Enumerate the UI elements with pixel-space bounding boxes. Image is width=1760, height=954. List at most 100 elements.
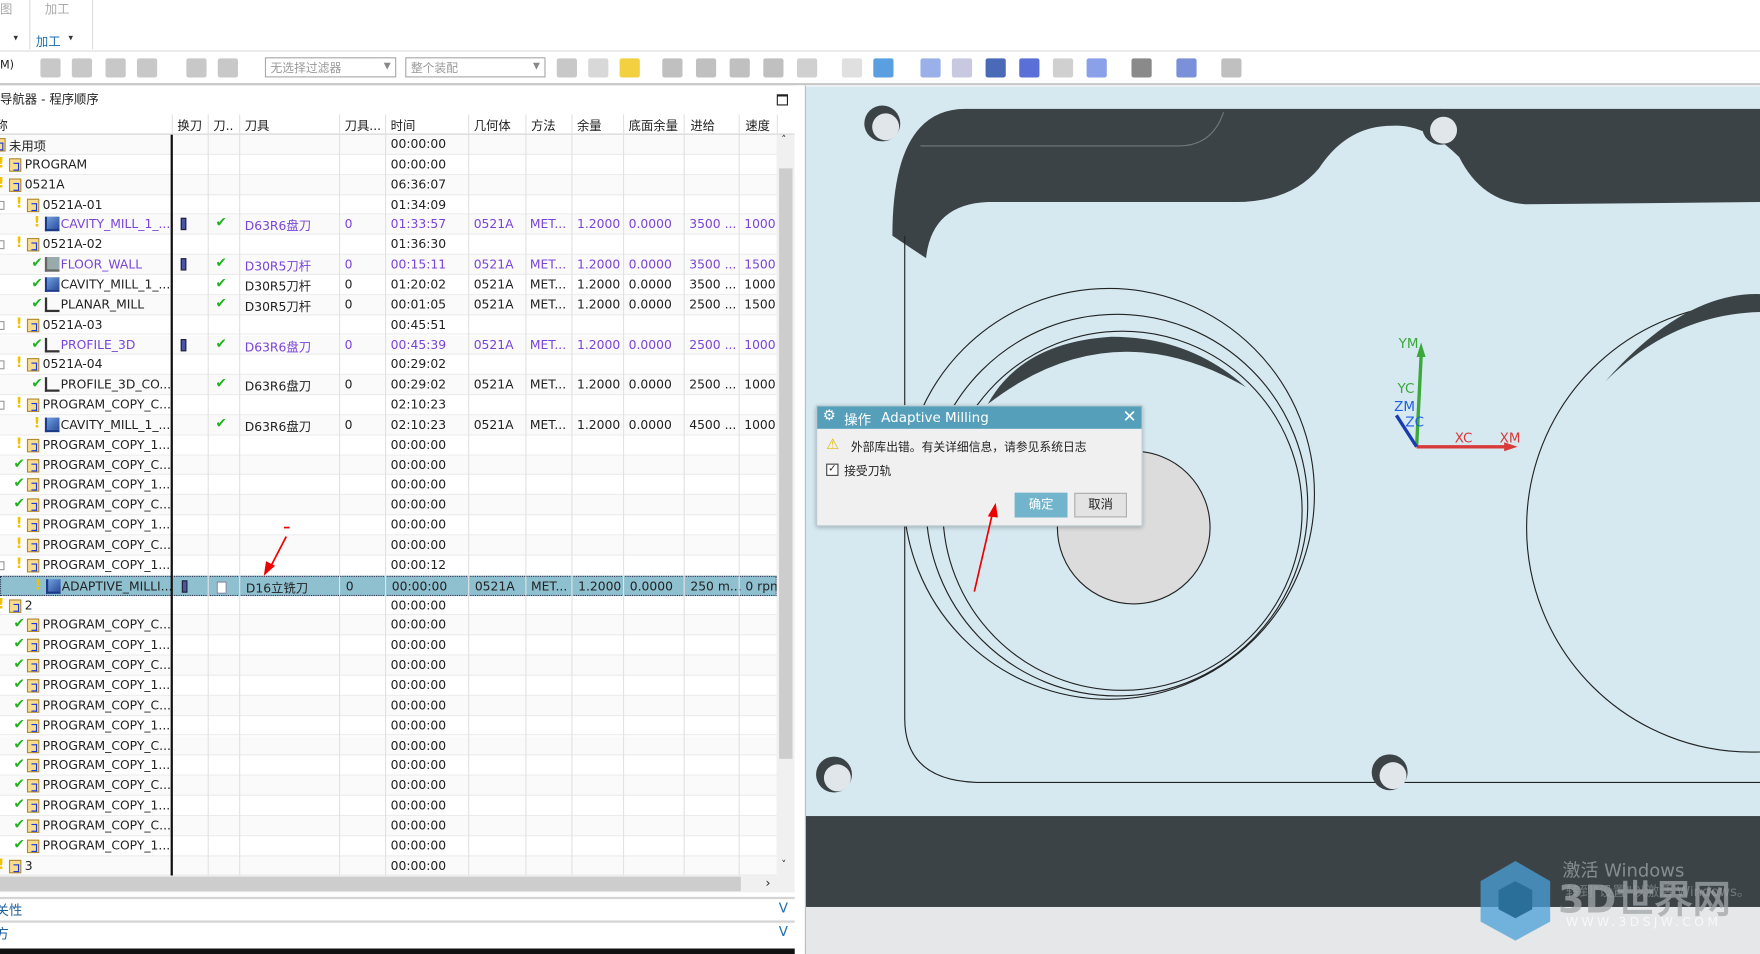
program-group-row[interactable]: 未用项 00:00:00 [0, 134, 777, 155]
select-filter-icon[interactable] [619, 58, 640, 78]
operation-row[interactable]: ! CAVITY_MILL_1_... ✔ D63R6盘刀 0 02:10:23 0521A… [0, 415, 777, 436]
column-header-cell[interactable]: 刀.. [213, 117, 233, 135]
machine-view-icon[interactable] [71, 58, 93, 78]
program-group-row[interactable]: ! 2 00:00:00 [0, 596, 777, 616]
snap-view-icon[interactable] [1221, 58, 1242, 78]
tool-view-icon[interactable] [217, 58, 238, 78]
filter-icon[interactable] [588, 58, 609, 78]
tool-group-icon[interactable] [186, 58, 207, 78]
program-group-row[interactable]: ✔ PROGRAM_COPY_1... 00:00:00 [0, 796, 777, 816]
vertical-scroll-thumb[interactable] [779, 168, 793, 759]
operation-row[interactable]: ! CAVITY_MILL_1_... ✔ D63R6盘刀 0 01:33:57 0521A… [0, 214, 777, 235]
collapse-toggle-icon[interactable] [0, 360, 5, 370]
box-select-icon[interactable] [796, 58, 818, 78]
program-group-row[interactable]: ✔ PROGRAM_COPY_C... 00:00:00 [0, 815, 777, 836]
accept-toolpath-checkbox[interactable]: ✓ [826, 463, 839, 476]
operation-row[interactable]: ✔ PROFILE_3D ✔ D63R6盘刀 0 00:45:39 0521A MET... 1… [0, 335, 777, 356]
snap-icon[interactable] [556, 58, 577, 78]
rotate-icon[interactable] [985, 58, 1006, 78]
horizontal-scroll-thumb[interactable] [0, 876, 741, 892]
program-group-row[interactable]: ! 3 00:00:00 [0, 856, 777, 876]
program-group-row[interactable]: ✔ PROGRAM_COPY_1... 00:00:00 [0, 716, 777, 736]
program-group-row[interactable]: ! 0521A-01 01:34:09 [0, 195, 777, 215]
undo-select-icon[interactable] [662, 58, 683, 78]
column-header-cell[interactable]: 时间 [391, 117, 416, 135]
program-group-row[interactable]: ! PROGRAM 00:00:00 [0, 155, 777, 175]
maximize-icon[interactable] [776, 94, 788, 106]
program-group-row[interactable]: ✔ PROGRAM_COPY_C... 00:00:00 [0, 615, 777, 636]
program-group-row[interactable]: ! PROGRAM_COPY_1... 00:00:00 [0, 515, 777, 536]
layer-icon[interactable] [1052, 58, 1074, 78]
view-triad-icon[interactable] [1131, 58, 1152, 78]
column-header-cell[interactable]: 速度 [745, 117, 770, 135]
panel-dependencies[interactable]: 关性 V [0, 896, 795, 918]
collapse-toggle-icon[interactable] [0, 561, 5, 571]
assembly-scope-combo[interactable]: 整个装配 ▼ [405, 57, 546, 78]
selection-filter-combo[interactable]: 无选择过滤器 ▼ [264, 57, 397, 78]
operation-row[interactable]: ✔ CAVITY_MILL_1_... ✔ D30R5刀杆 0 01:20:02 0521A… [0, 275, 777, 295]
geometry-view-icon[interactable] [105, 58, 126, 78]
scroll-up-icon[interactable]: ˄ [781, 135, 786, 146]
chevron-down-icon[interactable]: V [779, 924, 788, 940]
program-group-row[interactable]: ✔ PROGRAM_COPY_C... 00:00:00 [0, 495, 777, 516]
panel-details[interactable]: 方V [0, 920, 795, 942]
close-icon[interactable]: ✕ [1123, 406, 1137, 426]
column-header-cell[interactable]: 底面余量 [629, 117, 678, 135]
column-header-cell[interactable]: 刀具... [345, 117, 381, 135]
operation-row[interactable]: ✔ FLOOR_WALL ✔ D30R5刀杆 0 00:15:11 0521A MET... 1… [0, 254, 777, 275]
scroll-down-icon[interactable]: ˅ [781, 860, 786, 871]
operation-row[interactable]: ✔ PROFILE_3D_CO... ✔ D63R6盘刀 0 00:29:02 0521A M… [0, 375, 777, 396]
chevron-down-icon[interactable]: V [779, 900, 788, 916]
program-group-row[interactable]: ✔ PROGRAM_COPY_C... 00:00:00 [0, 775, 777, 796]
column-header-cell[interactable]: 刀具 [245, 117, 270, 135]
column-header-cell[interactable]: 余量 [577, 117, 602, 135]
program-group-row[interactable]: ✔ PROGRAM_COPY_C... 00:00:00 [0, 455, 777, 476]
solid-select-icon[interactable] [763, 58, 784, 78]
ribbon-tab-machining[interactable]: 加工 [45, 0, 70, 18]
ok-button[interactable]: 确定 [1014, 492, 1068, 518]
program-group-row[interactable]: ! PROGRAM_COPY_C... 00:00:00 [0, 535, 777, 556]
column-divider[interactable] [170, 134, 173, 876]
pan-icon[interactable] [951, 58, 973, 78]
panel-splitter[interactable] [794, 85, 806, 954]
column-header-cell[interactable]: 换刀 [177, 117, 202, 135]
orient-cube-icon[interactable] [873, 58, 894, 78]
operation-row[interactable]: ! ADAPTIVE_MILLI... D16立铣刀 0 00:00:00 0521A ME… [0, 575, 777, 596]
method-view-icon[interactable] [136, 58, 158, 78]
mode-dropdown[interactable]: M) [0, 59, 14, 71]
program-group-row[interactable]: ! PROGRAM_COPY_1... 00:00:00 [0, 435, 777, 456]
chevron-down-icon[interactable]: ▾ [68, 33, 73, 43]
program-group-row[interactable]: ✔ PROGRAM_COPY_1... 00:00:00 [0, 676, 777, 696]
program-group-row[interactable]: ✔ PROGRAM_COPY_C... 00:00:00 [0, 655, 777, 676]
program-group-row[interactable]: ! 0521A-03 00:45:51 [0, 315, 777, 336]
program-group-row[interactable]: ! 0521A-02 01:36:30 [0, 235, 777, 255]
collapse-toggle-icon[interactable] [0, 200, 5, 210]
program-group-row[interactable]: ✔ PROGRAM_COPY_1... 00:00:00 [0, 475, 777, 496]
program-group-row[interactable]: ✔ PROGRAM_COPY_C... 00:00:00 [0, 695, 777, 716]
feature-icon[interactable] [695, 58, 717, 78]
hexagon-icon[interactable] [729, 58, 750, 78]
collapse-toggle-icon[interactable] [0, 400, 5, 410]
scroll-right-icon[interactable]: › [766, 876, 771, 891]
ribbon-group-machining[interactable]: 加工 [36, 33, 61, 51]
program-group-row[interactable]: ! PROGRAM_COPY_1... 00:00:12 [0, 555, 777, 576]
operation-row[interactable]: ✔ PLANAR_MILL ✔ D30R5刀杆 0 00:01:05 0521A MET...… [0, 294, 777, 316]
collapse-toggle-icon[interactable] [0, 320, 5, 330]
program-group-row[interactable]: ! 0521A 06:36:07 [0, 174, 777, 195]
column-header-cell[interactable]: 进给 [690, 117, 715, 135]
column-header-cell[interactable]: 几何体 [474, 117, 511, 135]
column-header-cell[interactable]: 方法 [531, 117, 556, 135]
render-icon[interactable] [1019, 58, 1040, 78]
program-group-row[interactable]: ✔ PROGRAM_COPY_1... 00:00:00 [0, 836, 777, 857]
program-group-row[interactable]: ! PROGRAM_COPY_C... 02:10:23 [0, 395, 777, 416]
fit-icon[interactable] [1086, 58, 1107, 78]
ribbon-tab-view[interactable]: 图 [0, 0, 12, 18]
column-name[interactable]: 称 [0, 117, 8, 135]
program-group-row[interactable]: ✔ PROGRAM_COPY_1... 00:00:00 [0, 636, 777, 656]
chevron-down-icon[interactable]: ▾ [13, 33, 18, 43]
collapse-toggle-icon[interactable] [0, 240, 5, 250]
program-group-row[interactable]: ! 0521A-04 00:29:02 [0, 355, 777, 376]
shaded-icon[interactable] [841, 58, 863, 78]
zoom-icon[interactable] [920, 58, 941, 78]
cancel-button[interactable]: 取消 [1074, 492, 1127, 518]
